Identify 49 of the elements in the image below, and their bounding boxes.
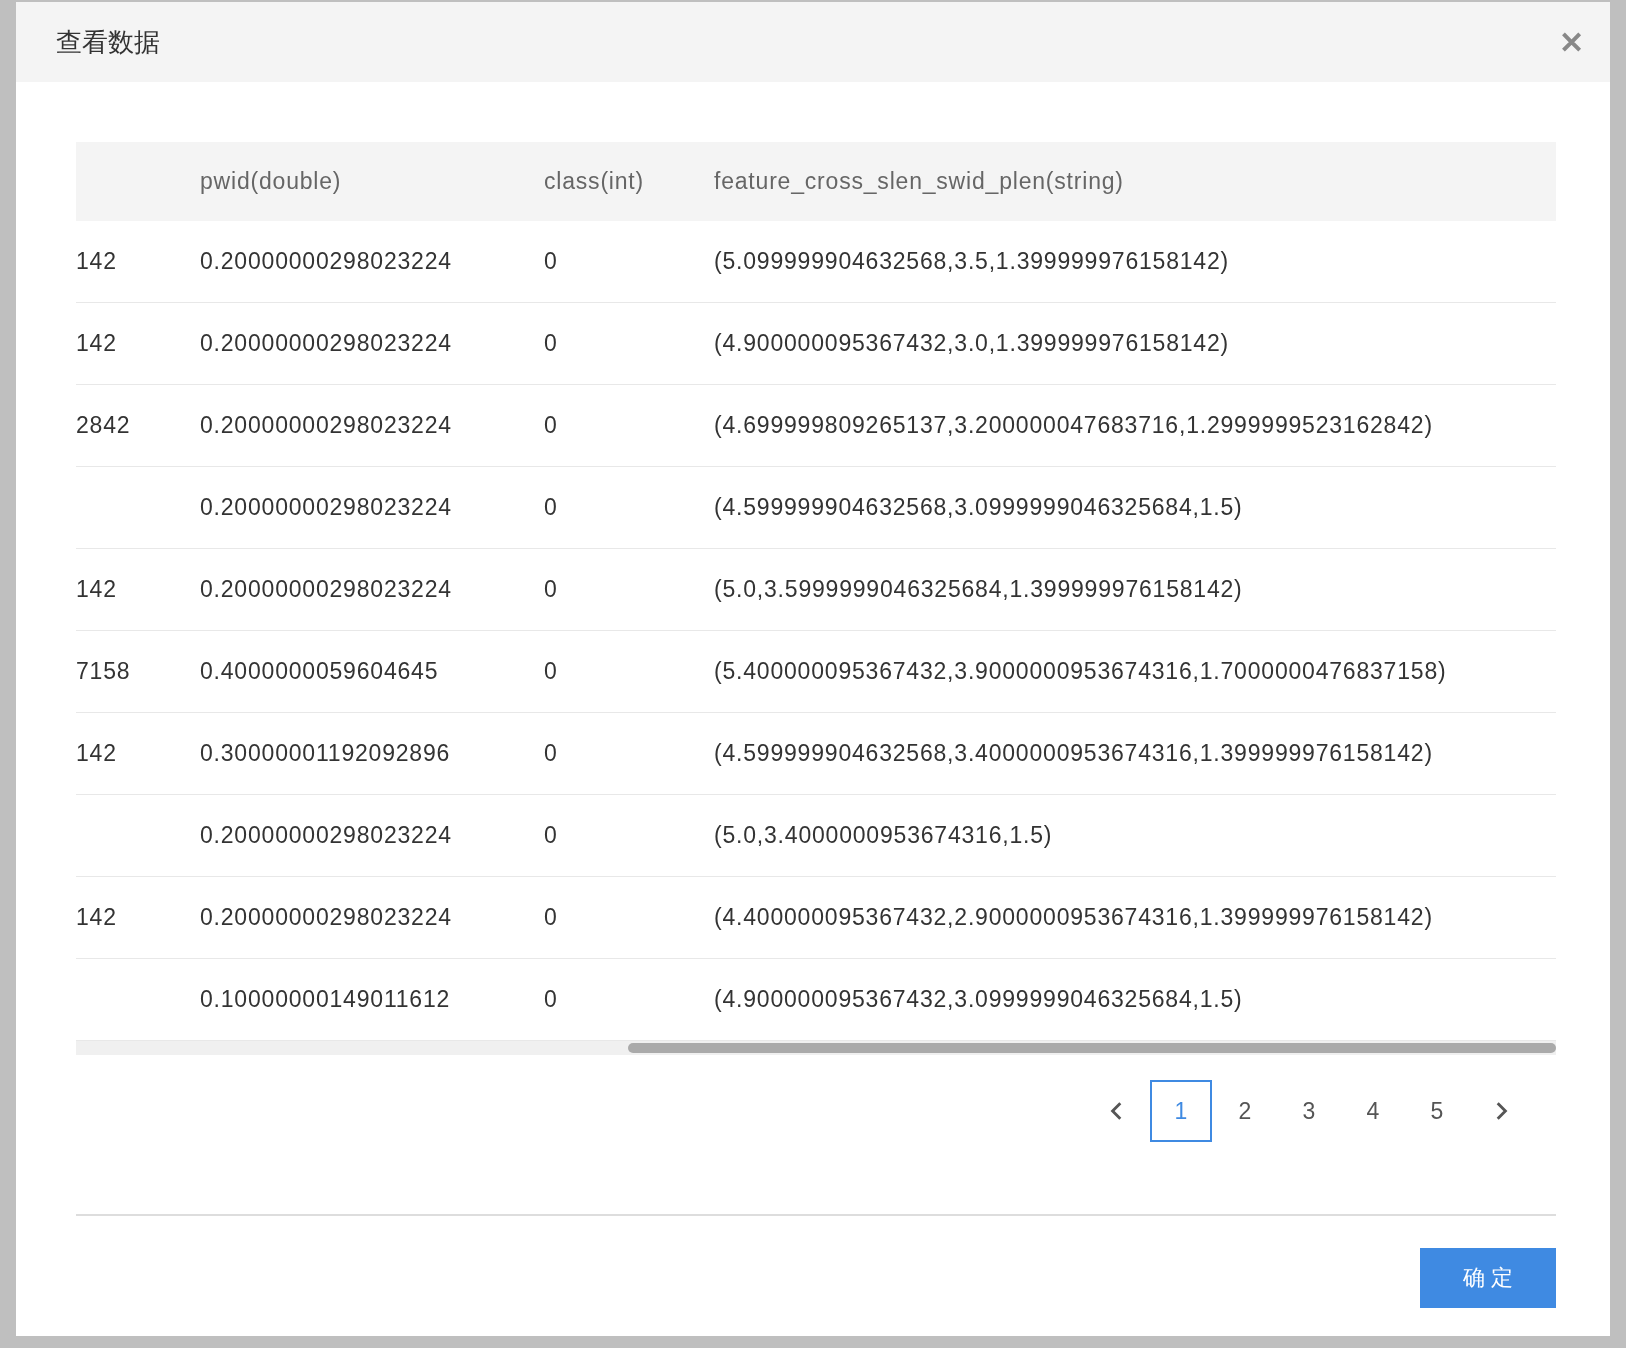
page-button[interactable]: 1 [1150,1080,1212,1142]
table-cell: (4.599999904632568,3.0999999046325684,1.5) [714,494,1243,520]
table-cell: (4.699999809265137,3.200000047683716,1.2999999523162842) [714,412,1433,438]
table-cell: 0.20000000298023224 [200,822,452,848]
table-cell: 7158 [76,658,131,684]
page-button[interactable]: 3 [1278,1080,1340,1142]
table-cell: 142 [76,576,117,602]
table-cell: 0.30000001192092896 [200,740,451,766]
table-cell: (5.099999904632568,3.5,1.399999976158142) [714,248,1229,274]
table-cell: 142 [76,740,117,766]
table-cell: (4.400000095367432,2.9000000953674316,1.399999976158142) [714,904,1433,930]
table-cell: (4.599999904632568,3.4000000953674316,1.399999976158142) [714,740,1433,766]
table-cell: 0.20000000298023224 [200,330,452,356]
confirm-button[interactable]: 确 定 [1420,1248,1556,1308]
table-cell: 0 [544,330,558,356]
scrollbar-thumb[interactable] [628,1043,1556,1053]
table-cell: 0 [544,248,558,274]
horizontal-scrollbar[interactable] [76,1041,1556,1055]
column-header: pwid(double) [200,168,343,195]
table-cell: 0.20000000298023224 [200,412,452,438]
table-cell: 0.20000000298023224 [200,576,452,602]
table-cell: 0.20000000298023224 [200,248,452,274]
table-cell: 0.10000000149011612 [200,986,451,1012]
table-cell: 0.20000000298023224 [200,904,452,930]
table-cell: 0 [544,740,558,766]
table-cell: (4.900000095367432,3.0999999046325684,1.5) [714,986,1243,1012]
table-cell: 142 [76,248,117,274]
table-cell: 142 [76,904,117,930]
table-cell: 0 [544,986,558,1012]
table-cell: (4.900000095367432,3.0,1.399999976158142) [714,330,1229,356]
column-header: feature_cross_slen_swid_plen(string) [714,168,1125,195]
table-cell: 0 [544,658,558,684]
table-cell: 0.4000000059604645 [200,658,439,684]
table-cell: 0 [544,494,558,520]
table-cell: 0 [544,822,558,848]
table-cell: 142 [76,330,117,356]
dialog-title: 查看数据 [56,25,160,59]
table-cell: 0 [544,904,558,930]
table-cell: 0 [544,412,558,438]
table-cell: (5.0,3.4000000953674316,1.5) [714,822,1053,848]
page-button[interactable]: 2 [1214,1080,1276,1142]
column-header: class(int) [544,168,645,195]
table-cell: 2842 [76,412,131,438]
table-cell: 0 [544,576,558,602]
table-cell: 0.20000000298023224 [200,494,452,520]
page-button[interactable]: 5 [1406,1080,1468,1142]
table-cell: (5.400000095367432,3.9000000953674316,1.7000000476837158) [714,658,1447,684]
page-button[interactable]: 4 [1342,1080,1404,1142]
table-cell: (5.0,3.5999999046325684,1.399999976158142) [714,576,1243,602]
